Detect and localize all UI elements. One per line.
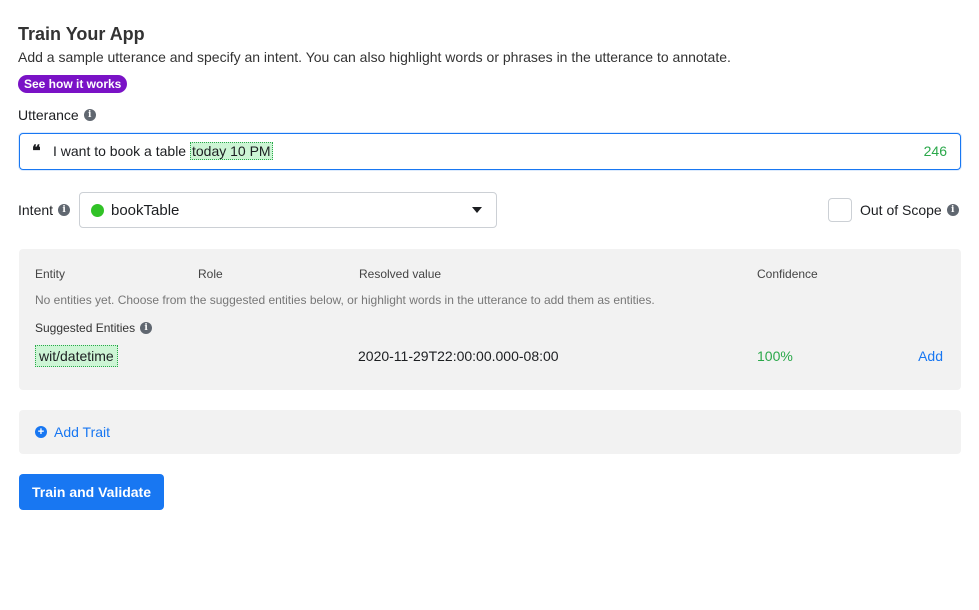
out-of-scope-label-group: Out of Scope i (860, 202, 959, 218)
out-of-scope-label[interactable]: Out of Scope (860, 202, 942, 218)
column-header-confidence: Confidence (757, 267, 818, 281)
utterance-text[interactable]: I want to book a table today 10 PM (53, 142, 273, 160)
intent-label-group: Intent i (18, 202, 71, 218)
suggested-entity-resolved-value: 2020-11-29T22:00:00.000-08:00 (358, 348, 559, 364)
trait-panel: + Add Trait (19, 410, 961, 454)
info-icon[interactable]: i (83, 109, 96, 121)
intent-value: bookTable (111, 202, 180, 219)
plus-circle-icon: + (35, 426, 47, 438)
intent-color-dot (91, 204, 104, 217)
info-icon[interactable]: i (58, 204, 71, 216)
info-icon[interactable]: i (946, 204, 959, 216)
column-header-entity: Entity (35, 267, 66, 281)
add-trait-label: Add Trait (54, 424, 111, 440)
add-entity-link[interactable]: Add (918, 348, 943, 364)
intent-label: Intent (18, 202, 54, 218)
train-and-validate-button[interactable]: Train and Validate (19, 474, 164, 510)
see-how-it-works-badge[interactable]: See how it works (18, 75, 128, 93)
suggested-entities-label: Suggested Entities (35, 321, 136, 335)
empty-entities-message: No entities yet. Choose from the suggest… (35, 293, 655, 307)
utterance-label-group: Utterance i (18, 107, 96, 123)
utterance-highlighted-entity[interactable]: today 10 PM (189, 142, 273, 160)
utterance-label: Utterance (18, 107, 79, 123)
add-trait-button[interactable]: + Add Trait (35, 424, 110, 440)
utterance-input[interactable]: ❝ I want to book a table today 10 PM 246 (19, 133, 961, 170)
info-icon[interactable]: i (140, 322, 153, 334)
column-header-role: Role (198, 267, 223, 281)
page-subtitle: Add a sample utterance and specify an in… (18, 49, 731, 65)
intent-select[interactable]: bookTable (79, 192, 497, 228)
suggested-entity-chip[interactable]: wit/datetime (35, 345, 118, 367)
quote-icon: ❝ (32, 141, 41, 160)
suggested-entities-label-group: Suggested Entities i (35, 321, 153, 335)
chevron-down-icon (472, 207, 482, 213)
out-of-scope-checkbox[interactable] (828, 198, 852, 222)
suggested-entity-confidence: 100% (757, 348, 793, 364)
page-title: Train Your App (18, 24, 145, 44)
entity-panel: Entity Role Resolved value Confidence No… (19, 249, 961, 390)
column-header-resolved-value: Resolved value (359, 267, 442, 281)
character-count: 246 (923, 143, 947, 159)
utterance-plain-text: I want to book a table (53, 143, 190, 159)
